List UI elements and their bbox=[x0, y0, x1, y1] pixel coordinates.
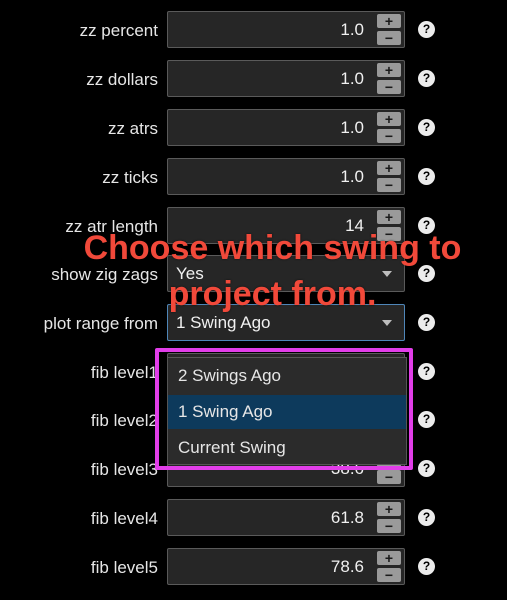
setting-label: zz atrs bbox=[107, 119, 158, 138]
field-value: 1.0 bbox=[340, 167, 364, 186]
number-stepper: + − bbox=[377, 63, 401, 94]
annotation-line-2: project from. bbox=[168, 275, 377, 313]
setting-label: fib level5 bbox=[90, 558, 158, 577]
increment-button[interactable]: + bbox=[377, 63, 401, 77]
number-stepper: + − bbox=[377, 551, 401, 582]
annotation-text: Choose which swing to project from. bbox=[55, 225, 490, 317]
setting-row-fib-level4: fib level4 61.8 + − ? bbox=[0, 499, 507, 539]
setting-row-zz-dollars: zz dollars 1.0 + − ? bbox=[0, 60, 507, 100]
chevron-down-icon bbox=[382, 320, 392, 326]
help-icon[interactable]: ? bbox=[418, 558, 435, 575]
decrement-button[interactable]: − bbox=[377, 470, 401, 484]
help-icon[interactable]: ? bbox=[418, 21, 435, 38]
setting-row-zz-atrs: zz atrs 1.0 + − ? bbox=[0, 109, 507, 149]
help-icon[interactable]: ? bbox=[418, 411, 435, 428]
number-stepper: + − bbox=[377, 502, 401, 533]
field-value: 1.0 bbox=[340, 69, 364, 88]
help-icon[interactable]: ? bbox=[418, 460, 435, 477]
field-value: 61.8 bbox=[330, 508, 364, 527]
annotation-highlight-box bbox=[155, 348, 413, 470]
fib-level5-input[interactable]: 78.6 + − bbox=[167, 548, 405, 585]
setting-label: zz percent bbox=[79, 21, 158, 40]
setting-label: zz ticks bbox=[102, 168, 158, 187]
setting-label: fib level1 bbox=[90, 363, 158, 382]
help-icon[interactable]: ? bbox=[418, 509, 435, 526]
decrement-button[interactable]: − bbox=[377, 519, 401, 533]
setting-label: fib level2 bbox=[90, 411, 158, 430]
help-icon[interactable]: ? bbox=[418, 119, 435, 136]
setting-label: zz dollars bbox=[86, 70, 158, 89]
increment-button[interactable]: + bbox=[377, 210, 401, 224]
number-stepper: + − bbox=[377, 14, 401, 45]
decrement-button[interactable]: − bbox=[377, 129, 401, 143]
increment-button[interactable]: + bbox=[377, 502, 401, 516]
setting-label: fib level3 bbox=[90, 460, 158, 479]
increment-button[interactable]: + bbox=[377, 161, 401, 175]
setting-row-fib-level5: fib level5 78.6 + − ? bbox=[0, 548, 507, 588]
fib-level4-input[interactable]: 61.8 + − bbox=[167, 499, 405, 536]
setting-label: fib level4 bbox=[90, 509, 158, 528]
annotation-line-1: Choose which swing to bbox=[83, 229, 462, 267]
increment-button[interactable]: + bbox=[377, 551, 401, 565]
increment-button[interactable]: + bbox=[377, 14, 401, 28]
field-value: 78.6 bbox=[330, 557, 364, 576]
decrement-button[interactable]: − bbox=[377, 80, 401, 94]
setting-row-zz-ticks: zz ticks 1.0 + − ? bbox=[0, 158, 507, 198]
help-icon[interactable]: ? bbox=[418, 363, 435, 380]
help-icon[interactable]: ? bbox=[418, 168, 435, 185]
zz-atrs-input[interactable]: 1.0 + − bbox=[167, 109, 405, 146]
increment-button[interactable]: + bbox=[377, 112, 401, 126]
number-stepper: + − bbox=[377, 112, 401, 143]
settings-panel: zz percent 1.0 + − ? zz dollars 1.0 + − … bbox=[0, 0, 507, 600]
decrement-button[interactable]: − bbox=[377, 178, 401, 192]
help-icon[interactable]: ? bbox=[418, 70, 435, 87]
decrement-button[interactable]: − bbox=[377, 568, 401, 582]
field-value: 1.0 bbox=[340, 20, 364, 39]
zz-ticks-input[interactable]: 1.0 + − bbox=[167, 158, 405, 195]
field-value: 1.0 bbox=[340, 118, 364, 137]
decrement-button[interactable]: − bbox=[377, 31, 401, 45]
zz-percent-input[interactable]: 1.0 + − bbox=[167, 11, 405, 48]
number-stepper: + − bbox=[377, 161, 401, 192]
setting-row-zz-percent: zz percent 1.0 + − ? bbox=[0, 11, 507, 51]
zz-dollars-input[interactable]: 1.0 + − bbox=[167, 60, 405, 97]
